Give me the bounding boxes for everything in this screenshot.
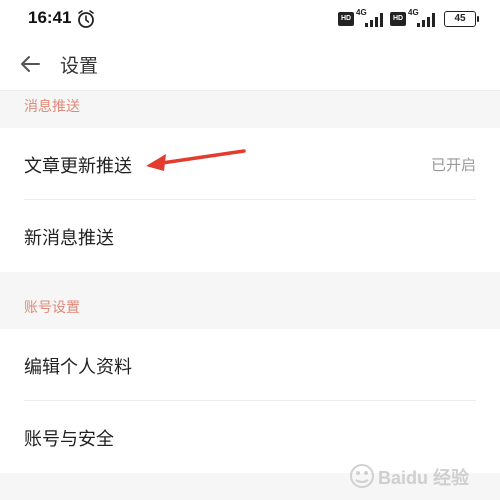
watermark-text: Baidu 经验 xyxy=(378,467,470,488)
baidu-jingyan-watermark: Baidu 经验 xyxy=(346,462,486,494)
status-time: 16:41 xyxy=(28,8,72,27)
signal-1: 4G xyxy=(356,8,384,28)
section-label-account: 账号设置 xyxy=(24,300,80,316)
row-label-account-security: 账号与安全 xyxy=(24,429,114,450)
status-bar: 16:41 HD 4G HD 4G 45 xyxy=(0,0,500,38)
hd-badge-1: HD xyxy=(338,12,354,26)
hd-badge-2: HD xyxy=(390,12,406,26)
baidu-watermark-icon: Baidu 经验 xyxy=(350,464,470,488)
settings-row-edit-profile[interactable]: 编辑个人资料 xyxy=(0,329,500,401)
signal-bars-icon xyxy=(417,13,435,27)
app-header: 设置 xyxy=(0,38,500,91)
battery-icon: 45 xyxy=(444,11,479,27)
row-label-new-message: 新消息推送 xyxy=(24,228,114,249)
status-icons: HD 4G HD 4G 45 xyxy=(338,8,479,28)
red-arrow-annotation-icon xyxy=(146,149,246,171)
section-header-push: 消息推送 xyxy=(0,91,500,127)
signal-bars-icon xyxy=(365,13,383,27)
section-header-account: 账号设置 xyxy=(0,272,500,328)
row-label-edit-profile: 编辑个人资料 xyxy=(24,357,132,378)
row-value-article-update: 已开启 xyxy=(430,156,476,174)
back-arrow-icon[interactable] xyxy=(18,52,42,76)
signal-2: 4G xyxy=(408,8,436,28)
section-label-push: 消息推送 xyxy=(24,99,80,115)
alarm-icon xyxy=(78,10,94,28)
row-label-article-update: 文章更新推送 xyxy=(24,156,132,177)
page-title: 设置 xyxy=(60,55,99,77)
settings-row-article-update[interactable]: 文章更新推送 已开启 xyxy=(0,128,500,200)
settings-row-new-message[interactable]: 新消息推送 xyxy=(0,200,500,272)
